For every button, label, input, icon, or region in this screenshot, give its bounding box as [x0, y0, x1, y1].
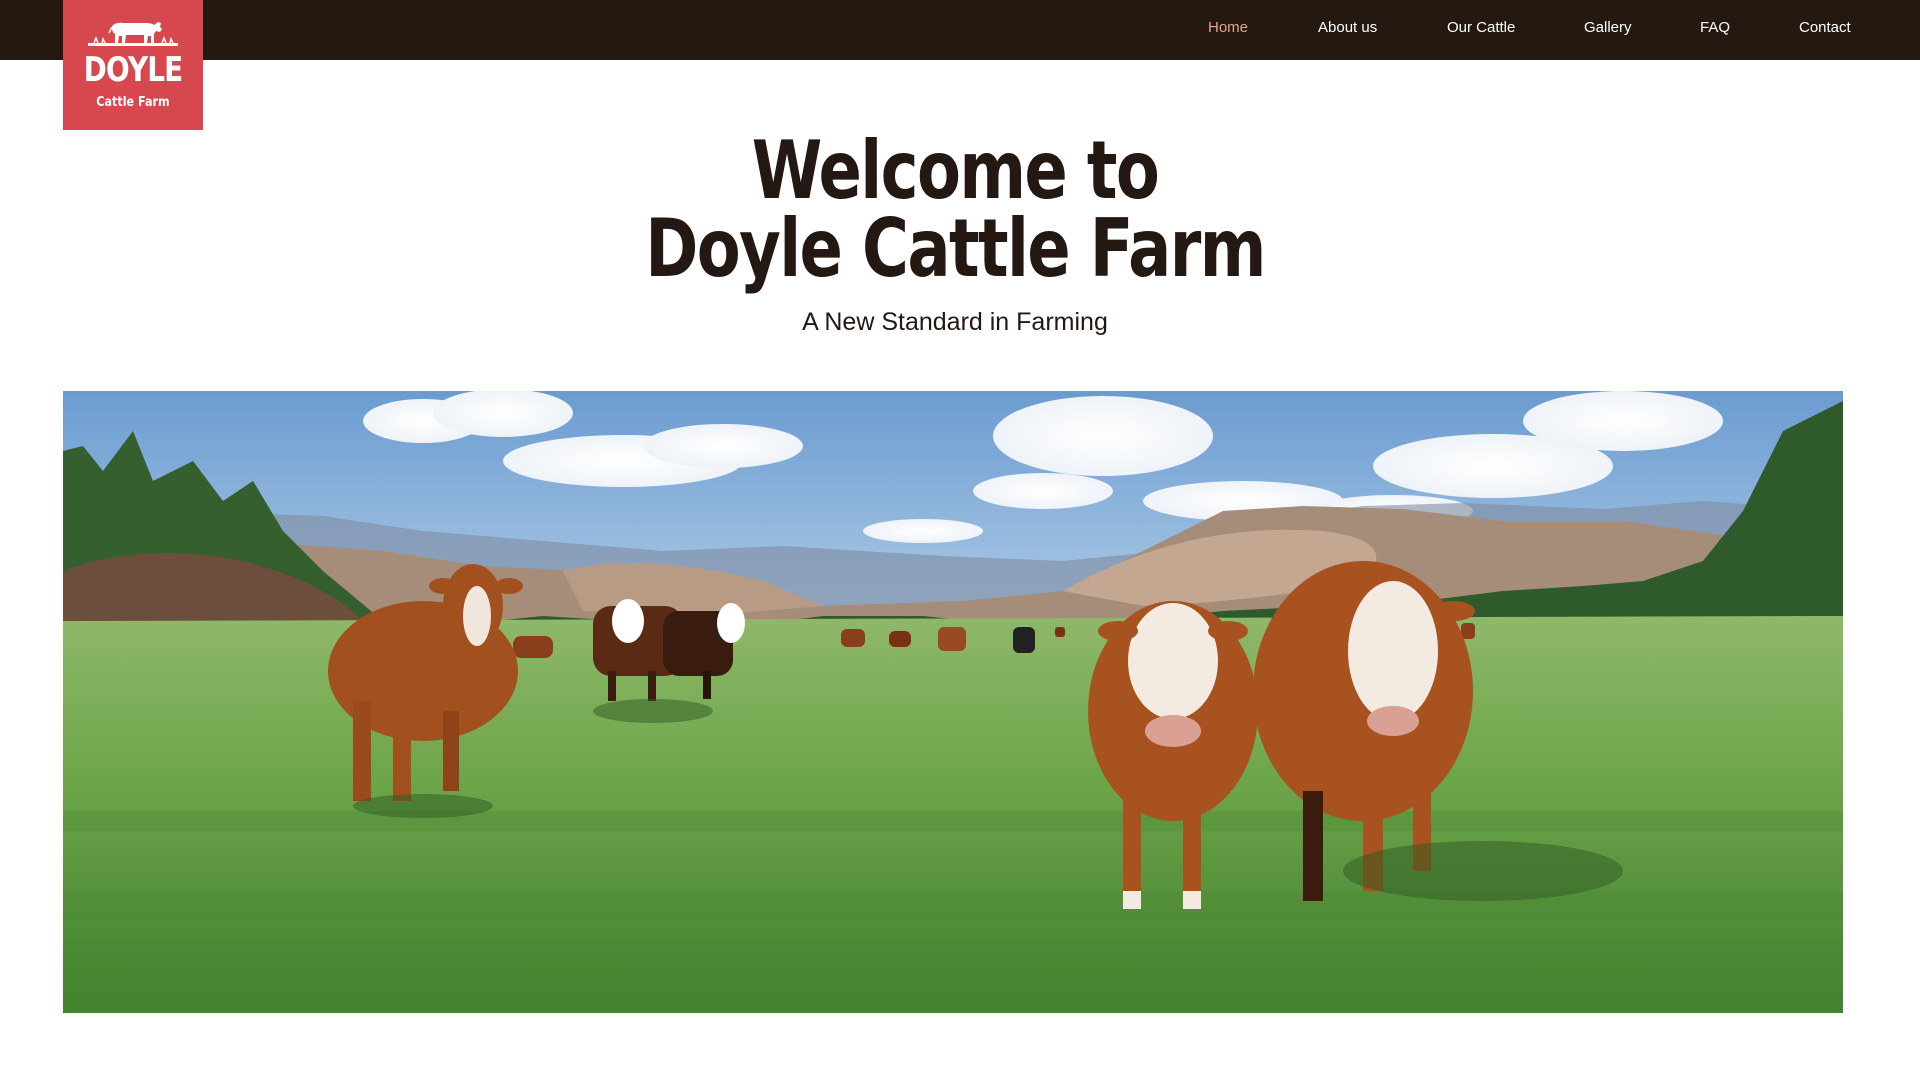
top-nav-bar: Home About us Our Cattle Gallery FAQ Con… — [0, 0, 1920, 60]
hero-title-line-2: Doyle Cattle Farm — [645, 202, 1266, 295]
pasture-illustration — [63, 391, 1843, 1013]
logo-brand-name: DOYLE — [83, 50, 184, 90]
hero-image-cattle-pasture — [63, 391, 1843, 1013]
nav-item-contact[interactable]: Contact — [1799, 19, 1851, 36]
hero-title: Welcome to Doyle Cattle Farm — [560, 124, 1350, 295]
nav-item-faq[interactable]: FAQ — [1700, 19, 1730, 36]
nav-item-gallery[interactable]: Gallery — [1584, 19, 1632, 36]
hero-subtitle: A New Standard in Farming — [802, 308, 1108, 336]
hero-title-line-1: Welcome to — [751, 124, 1160, 217]
cow-icon — [88, 22, 178, 46]
main-nav: Home About us Our Cattle Gallery FAQ Con… — [0, 0, 1920, 60]
nav-item-about-us[interactable]: About us — [1318, 19, 1377, 36]
site-logo[interactable]: DOYLE Cattle Farm — [63, 0, 203, 130]
nav-item-home[interactable]: Home — [1208, 19, 1248, 36]
logo-tagline: Cattle Farm — [96, 95, 170, 110]
nav-item-our-cattle[interactable]: Our Cattle — [1447, 19, 1515, 36]
